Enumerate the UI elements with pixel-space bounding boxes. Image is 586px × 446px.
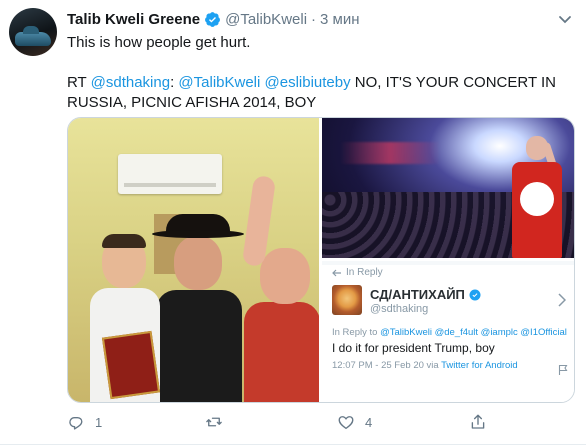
avatar-car-graphic	[15, 26, 51, 46]
reply-prefix: In Reply to	[332, 327, 381, 338]
retweet-quote-line: RT @sdthaking: @TalibKweli @eslibiuteby …	[67, 73, 572, 93]
verified-badge-icon	[204, 11, 221, 28]
screenshot-reply-to: In Reply to @TalibKweli @de_f4ult @iampl…	[332, 327, 567, 338]
tweet[interactable]: Talib Kweli Greene @TalibKweli · 3 мин T…	[0, 0, 586, 446]
in-reply-text: In Reply	[346, 267, 383, 278]
author-name[interactable]: Talib Kweli Greene	[67, 11, 200, 28]
share-button[interactable]	[469, 410, 497, 434]
in-reply-label: In Reply	[332, 267, 383, 278]
verified-badge-icon	[469, 289, 481, 301]
book-graphic	[101, 330, 161, 400]
rt-body: NO, IT'S YOUR CONCERT IN	[350, 74, 557, 91]
header-separator: ·	[311, 10, 317, 28]
air-conditioner-graphic	[118, 154, 222, 194]
retweet-button[interactable]	[205, 410, 233, 434]
screenshot-avatar	[332, 285, 362, 315]
meta-prefix: 12:07 PM - 25 Feb 20 via	[332, 360, 442, 371]
tweet-text: This is how people get hurt. RT @sdthaki…	[67, 33, 572, 113]
author-avatar[interactable]	[9, 8, 57, 56]
performer-graphic	[512, 136, 562, 258]
mention-link[interactable]: @sdthaking	[91, 74, 170, 91]
chevron-right-icon	[558, 293, 567, 307]
like-icon	[338, 416, 354, 430]
reply-arrow-icon	[332, 269, 341, 276]
retweet-quote-line-2: RUSSIA, PICNIC AFISHA 2014, BOY	[67, 94, 317, 111]
like-button[interactable]: 4	[337, 410, 372, 434]
media-grid[interactable]: In Reply СД/АНТИХАЙП @sdthaking In Reply…	[67, 117, 575, 403]
stage-light-graphic	[340, 142, 440, 164]
photo-group-portrait[interactable]	[68, 118, 319, 402]
mention-link[interactable]: @TalibKweli	[178, 74, 260, 91]
like-count: 4	[365, 414, 373, 430]
reply-button[interactable]: 1	[67, 410, 102, 434]
screenshot-tweet-text: I do it for president Trump, boy	[332, 341, 495, 355]
author-handle[interactable]: @TalibKweli	[225, 11, 307, 28]
tweet-timestamp[interactable]: 3 мин	[320, 11, 360, 28]
rt-prefix: RT	[67, 74, 91, 91]
screenshot-author-name: СД/АНТИХАЙП	[370, 287, 465, 302]
mention-link[interactable]: @eslibiuteby	[265, 74, 351, 91]
chevron-down-icon[interactable]	[558, 12, 572, 24]
screenshot-top-strip	[322, 261, 574, 265]
reply-mentions: @TalibKweli @de_f4ult @iamplc @I1Officia…	[380, 327, 567, 338]
reply-icon	[69, 416, 83, 430]
tweet-divider	[0, 444, 586, 445]
tweet-header: Talib Kweli Greene @TalibKweli · 3 мин	[67, 9, 360, 29]
reply-count: 1	[95, 414, 103, 430]
screenshot-meta: 12:07 PM - 25 Feb 20 via Twitter for And…	[332, 360, 518, 371]
flag-icon	[558, 363, 568, 375]
retweet-icon	[206, 417, 222, 427]
photo-tweet-screenshot[interactable]: In Reply СД/АНТИХАЙП @sdthaking In Reply…	[322, 261, 574, 402]
tweet-text-line: This is how people get hurt.	[67, 34, 251, 51]
screenshot-author: СД/АНТИХАЙП	[370, 287, 481, 302]
photo-concert[interactable]	[322, 118, 574, 258]
screenshot-handle: @sdthaking	[370, 303, 429, 315]
share-icon	[471, 414, 485, 429]
meta-source: Twitter for Android	[441, 360, 518, 371]
person-graphic	[230, 174, 319, 402]
tweet-actions: 1 4	[67, 410, 572, 434]
